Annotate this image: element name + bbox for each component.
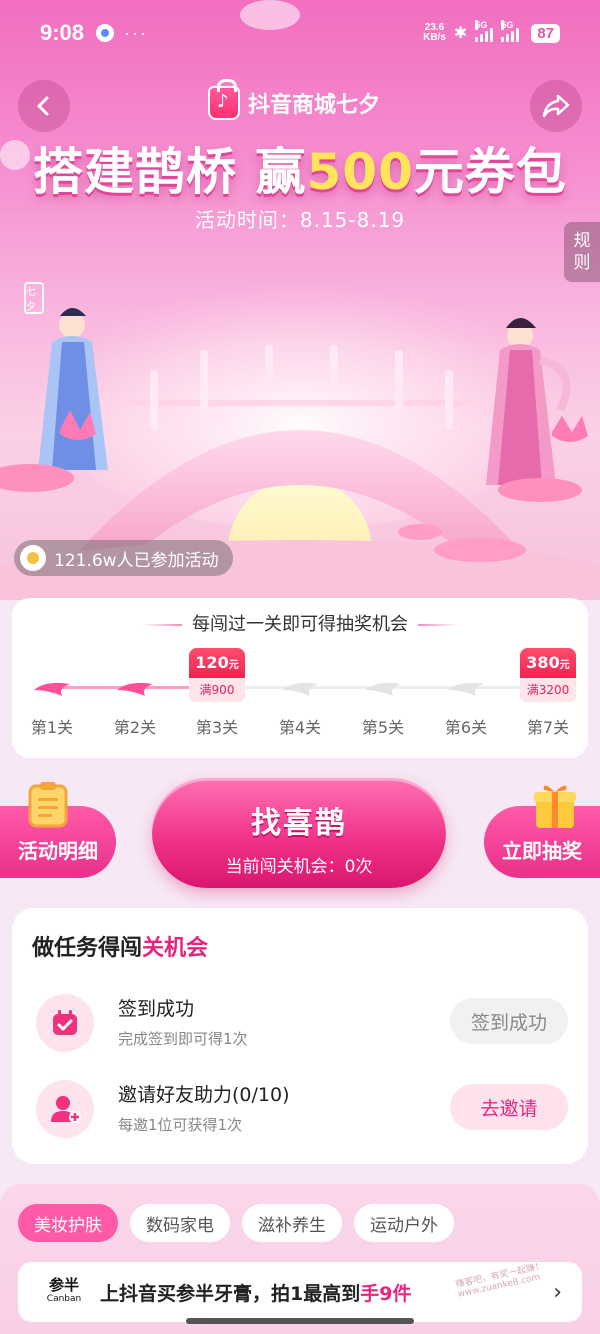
rules-label-2: 则 xyxy=(573,253,591,273)
task-section-title: 做任务得闯关机会 xyxy=(32,930,208,962)
level-label: 第5关 xyxy=(361,718,405,737)
magpie-icon xyxy=(448,682,484,696)
level-progress-title: 每闯过一关即可得抽奖机会 xyxy=(12,610,588,636)
magpie-icon xyxy=(34,682,70,696)
back-button[interactable] xyxy=(18,80,70,132)
magpie-icon xyxy=(117,682,153,696)
headline-part1: 搭建鹊桥 赢 xyxy=(33,143,307,201)
task-description: 每邀1位可获得1次 xyxy=(118,1116,243,1134)
rules-button[interactable]: 规 则 xyxy=(564,222,600,282)
calendar-check-icon xyxy=(36,994,94,1052)
magpie-icon xyxy=(365,682,401,696)
promo-text: 上抖音买参半牙膏，拍1最高到手9件 xyxy=(100,1279,411,1306)
sim1-label: 5G xyxy=(475,20,488,30)
category-section: 美妆护肤 数码家电 滋补养生 运动户外 参半 Canban 上抖音买参半牙膏，拍… xyxy=(0,1184,600,1334)
page-title: 搭建鹊桥 赢500元券包 xyxy=(0,132,600,204)
task-card: 做任务得闯关机会 签到成功 完成签到即可得1次 签到成功 邀请好友助力(0/10… xyxy=(12,908,588,1164)
add-user-icon xyxy=(36,1080,94,1138)
level-label: 第6关 xyxy=(444,718,488,737)
participants-count: 121.6w人已参加活动 xyxy=(54,550,219,571)
reward-value: 120 xyxy=(195,653,229,672)
brand-logo: 参半 Canban xyxy=(44,1278,84,1306)
bluetooth-icon: ✱ xyxy=(453,25,468,42)
reward-amount: 380元 xyxy=(520,648,576,678)
promo-text-emphasis: 手9件 xyxy=(360,1282,412,1305)
signal-icon: 5G xyxy=(475,20,494,42)
tab-beauty[interactable]: 美妆护肤 xyxy=(18,1204,118,1242)
status-bar: 9:08 ··· 23.6 KB/s ✱ 5G 5G 87 xyxy=(0,0,600,66)
rules-label-1: 规 xyxy=(573,231,591,251)
reward-condition: 满900 xyxy=(189,678,245,702)
invite-button[interactable]: 去邀请 xyxy=(450,1084,568,1130)
activity-details-label: 活动明细 xyxy=(18,839,98,863)
magpie-icon xyxy=(282,682,318,696)
promo-text-plain: 上抖音买参半牙膏，拍1最高到 xyxy=(100,1282,361,1305)
more-notifications-icon: ··· xyxy=(124,22,149,43)
battery-icon: 87 xyxy=(531,23,560,43)
app-notification-icon xyxy=(96,24,115,42)
avatar xyxy=(20,545,46,571)
task-title-plain: 做任务得闯 xyxy=(32,936,143,961)
category-tabs: 美妆护肤 数码家电 滋补养生 运动户外 xyxy=(18,1204,454,1242)
level-label: 第7关 xyxy=(526,718,570,737)
reward-value: 380 xyxy=(526,653,560,672)
task-name: 签到成功 xyxy=(118,998,195,1020)
activity-time: 活动时间：8.15-8.19 xyxy=(194,208,406,232)
shopping-bag-icon xyxy=(208,79,240,120)
logo-text: 抖音商城七夕 xyxy=(248,93,381,118)
share-button[interactable] xyxy=(530,80,582,132)
draw-now-label: 立即抽奖 xyxy=(502,839,582,863)
task-row-invite: 邀请好友助力(0/10) 每邀1位可获得1次 去邀请 xyxy=(12,1072,588,1142)
reward-unit: 元 xyxy=(559,660,570,671)
clipboard-icon xyxy=(28,782,68,828)
level-label: 第4关 xyxy=(278,718,322,737)
level-label: 第1关 xyxy=(30,718,74,737)
level-label: 第2关 xyxy=(113,718,157,737)
find-magpie-title: 找喜鹊 xyxy=(251,806,347,841)
sim2-label: 5G xyxy=(501,20,514,30)
reward-unit: 元 xyxy=(228,660,239,671)
attempts-remaining: 当前闯关机会：0次 xyxy=(225,857,373,877)
task-description: 完成签到即可得1次 xyxy=(118,1030,248,1048)
tab-digital-appliances[interactable]: 数码家电 xyxy=(130,1204,230,1242)
level-label: 第3关 xyxy=(195,718,239,737)
network-speed-unit: KB/s xyxy=(423,32,446,43)
tab-health[interactable]: 滋补养生 xyxy=(242,1204,342,1242)
task-name: 邀请好友助力(0/10) xyxy=(118,1084,290,1106)
tab-sports-outdoor[interactable]: 运动户外 xyxy=(354,1204,454,1242)
participants-badge: 121.6w人已参加活动 xyxy=(14,540,233,576)
chevron-right-icon: › xyxy=(553,1279,562,1305)
find-magpie-button[interactable]: 找喜鹊 当前闯关机会：0次 xyxy=(152,778,446,888)
signal-icon: 5G xyxy=(501,20,520,42)
qixi-seal: 七夕 xyxy=(24,282,44,314)
gift-icon xyxy=(534,785,576,828)
chevron-left-icon xyxy=(37,96,49,116)
task-row-checkin: 签到成功 完成签到即可得1次 签到成功 xyxy=(12,986,588,1056)
task-title-accent: 关机会 xyxy=(142,936,209,961)
headline-part2: 元券包 xyxy=(413,143,567,201)
headline-amount: 500 xyxy=(306,143,414,201)
reward-amount: 120元 xyxy=(189,648,245,678)
status-time: 9:08 xyxy=(40,20,85,45)
brand-name-en: Canban xyxy=(46,1294,82,1304)
reward-condition: 满3200 xyxy=(520,678,576,702)
brand-name-cn: 参半 xyxy=(48,1276,79,1294)
share-icon xyxy=(542,94,570,118)
level-reward-badge: 120元 满900 xyxy=(189,648,245,702)
level-progress-card: 每闯过一关即可得抽奖机会 120元 满900 380元 满3200 第1关 第2… xyxy=(12,598,588,758)
home-indicator[interactable] xyxy=(186,1318,414,1324)
level-reward-badge: 380元 满3200 xyxy=(520,648,576,702)
network-speed: 23.6 KB/s xyxy=(423,23,446,43)
douyin-mall-logo: 抖音商城七夕 xyxy=(208,79,381,120)
checkin-done-button[interactable]: 签到成功 xyxy=(450,998,568,1044)
